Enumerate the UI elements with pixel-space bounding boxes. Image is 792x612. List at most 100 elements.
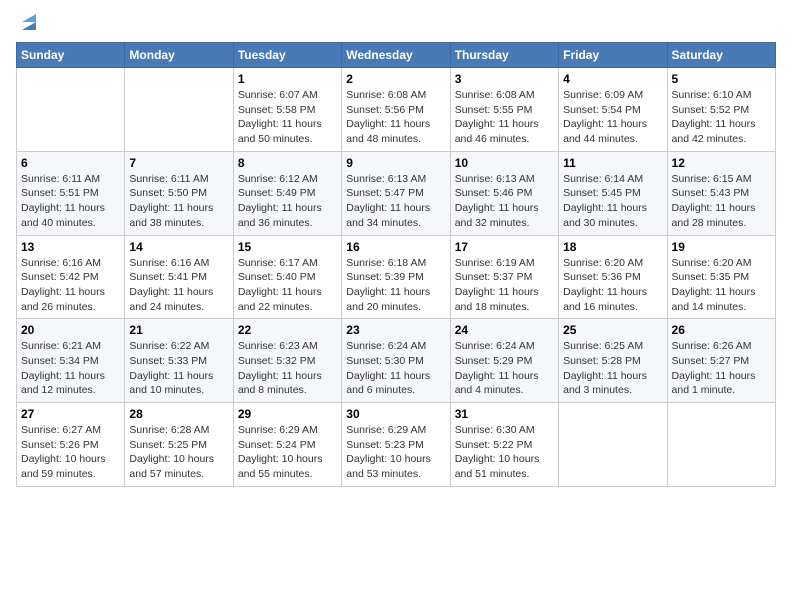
- day-detail: Sunrise: 6:11 AM Sunset: 5:50 PM Dayligh…: [129, 172, 228, 231]
- day-number: 8: [238, 156, 337, 170]
- calendar-cell: 2 Sunrise: 6:08 AM Sunset: 5:56 PM Daylig…: [342, 68, 450, 152]
- day-number: 26: [672, 323, 771, 337]
- day-detail: Sunrise: 6:16 AM Sunset: 5:41 PM Dayligh…: [129, 256, 228, 315]
- calendar-cell: 10 Sunrise: 6:13 AM Sunset: 5:46 PM Dayli…: [450, 151, 558, 235]
- calendar-cell: [17, 68, 125, 152]
- calendar-cell: 18 Sunrise: 6:20 AM Sunset: 5:36 PM Dayli…: [559, 235, 667, 319]
- calendar-cell: [125, 68, 233, 152]
- calendar-cell: 11 Sunrise: 6:14 AM Sunset: 5:45 PM Dayli…: [559, 151, 667, 235]
- day-detail: Sunrise: 6:13 AM Sunset: 5:47 PM Dayligh…: [346, 172, 445, 231]
- weekday-header-monday: Monday: [125, 43, 233, 68]
- calendar-cell: 22Sunrise: 6:23 AM Sunset: 5:32 PM Dayli…: [233, 319, 341, 403]
- day-detail: Sunrise: 6:16 AM Sunset: 5:42 PM Dayligh…: [21, 256, 120, 315]
- calendar-cell: 3Sunrise: 6:08 AM Sunset: 5:55 PM Daylig…: [450, 68, 558, 152]
- weekday-header-sunday: Sunday: [17, 43, 125, 68]
- logo-icon: [18, 12, 40, 34]
- calendar-cell: 20Sunrise: 6:21 AM Sunset: 5:34 PM Dayli…: [17, 319, 125, 403]
- calendar-cell: 28 Sunrise: 6:28 AM Sunset: 5:25 PM Dayli…: [125, 403, 233, 487]
- day-detail: Sunrise: 6:20 AM Sunset: 5:35 PM Dayligh…: [672, 256, 771, 315]
- day-number: 17: [455, 240, 554, 254]
- calendar-cell: 26 Sunrise: 6:26 AM Sunset: 5:27 PM Dayli…: [667, 319, 775, 403]
- calendar-week-row: 20Sunrise: 6:21 AM Sunset: 5:34 PM Dayli…: [17, 319, 776, 403]
- day-detail: Sunrise: 6:14 AM Sunset: 5:45 PM Dayligh…: [563, 172, 662, 231]
- day-detail: Sunrise: 6:29 AM Sunset: 5:24 PM Dayligh…: [238, 423, 337, 482]
- calendar-cell: 12Sunrise: 6:15 AM Sunset: 5:43 PM Dayli…: [667, 151, 775, 235]
- day-number: 25: [563, 323, 662, 337]
- calendar-cell: 14 Sunrise: 6:16 AM Sunset: 5:41 PM Dayli…: [125, 235, 233, 319]
- day-number: 2: [346, 72, 445, 86]
- day-number: 10: [455, 156, 554, 170]
- weekday-header-thursday: Thursday: [450, 43, 558, 68]
- calendar-cell: 19 Sunrise: 6:20 AM Sunset: 5:35 PM Dayli…: [667, 235, 775, 319]
- day-number: 5: [672, 72, 771, 86]
- day-number: 4: [563, 72, 662, 86]
- day-number: 30: [346, 407, 445, 421]
- day-detail: Sunrise: 6:21 AM Sunset: 5:34 PM Dayligh…: [21, 339, 120, 398]
- day-detail: Sunrise: 6:08 AM Sunset: 5:56 PM Dayligh…: [346, 88, 445, 147]
- day-detail: Sunrise: 6:10 AM Sunset: 5:52 PM Dayligh…: [672, 88, 771, 147]
- calendar-cell: 16 Sunrise: 6:18 AM Sunset: 5:39 PM Dayli…: [342, 235, 450, 319]
- weekday-header-row: SundayMondayTuesdayWednesdayThursdayFrid…: [17, 43, 776, 68]
- day-number: 9: [346, 156, 445, 170]
- page-header: [16, 16, 776, 34]
- calendar-cell: 9 Sunrise: 6:13 AM Sunset: 5:47 PM Daylig…: [342, 151, 450, 235]
- day-detail: Sunrise: 6:20 AM Sunset: 5:36 PM Dayligh…: [563, 256, 662, 315]
- day-number: 27: [21, 407, 120, 421]
- calendar-cell: 4 Sunrise: 6:09 AM Sunset: 5:54 PM Daylig…: [559, 68, 667, 152]
- calendar-cell: [559, 403, 667, 487]
- weekday-header-tuesday: Tuesday: [233, 43, 341, 68]
- day-number: 28: [129, 407, 228, 421]
- day-detail: Sunrise: 6:07 AM Sunset: 5:58 PM Dayligh…: [238, 88, 337, 147]
- calendar-week-row: 13Sunrise: 6:16 AM Sunset: 5:42 PM Dayli…: [17, 235, 776, 319]
- weekday-header-saturday: Saturday: [667, 43, 775, 68]
- day-detail: Sunrise: 6:22 AM Sunset: 5:33 PM Dayligh…: [129, 339, 228, 398]
- day-number: 22: [238, 323, 337, 337]
- calendar-cell: 8 Sunrise: 6:12 AM Sunset: 5:49 PM Daylig…: [233, 151, 341, 235]
- day-detail: Sunrise: 6:18 AM Sunset: 5:39 PM Dayligh…: [346, 256, 445, 315]
- day-detail: Sunrise: 6:24 AM Sunset: 5:29 PM Dayligh…: [455, 339, 554, 398]
- calendar-cell: 1 Sunrise: 6:07 AM Sunset: 5:58 PM Daylig…: [233, 68, 341, 152]
- calendar-cell: 24 Sunrise: 6:24 AM Sunset: 5:29 PM Dayli…: [450, 319, 558, 403]
- calendar-cell: 7Sunrise: 6:11 AM Sunset: 5:50 PM Daylig…: [125, 151, 233, 235]
- day-number: 6: [21, 156, 120, 170]
- calendar-cell: [667, 403, 775, 487]
- day-number: 1: [238, 72, 337, 86]
- calendar-cell: 6 Sunrise: 6:11 AM Sunset: 5:51 PM Daylig…: [17, 151, 125, 235]
- day-detail: Sunrise: 6:17 AM Sunset: 5:40 PM Dayligh…: [238, 256, 337, 315]
- day-number: 16: [346, 240, 445, 254]
- day-number: 11: [563, 156, 662, 170]
- calendar-cell: 21 Sunrise: 6:22 AM Sunset: 5:33 PM Dayli…: [125, 319, 233, 403]
- day-detail: Sunrise: 6:28 AM Sunset: 5:25 PM Dayligh…: [129, 423, 228, 482]
- calendar-week-row: 6 Sunrise: 6:11 AM Sunset: 5:51 PM Daylig…: [17, 151, 776, 235]
- calendar-week-row: 1 Sunrise: 6:07 AM Sunset: 5:58 PM Daylig…: [17, 68, 776, 152]
- calendar-cell: 23 Sunrise: 6:24 AM Sunset: 5:30 PM Dayli…: [342, 319, 450, 403]
- calendar-cell: 15Sunrise: 6:17 AM Sunset: 5:40 PM Dayli…: [233, 235, 341, 319]
- calendar-week-row: 27 Sunrise: 6:27 AM Sunset: 5:26 PM Dayli…: [17, 403, 776, 487]
- day-detail: Sunrise: 6:24 AM Sunset: 5:30 PM Dayligh…: [346, 339, 445, 398]
- day-number: 24: [455, 323, 554, 337]
- day-detail: Sunrise: 6:09 AM Sunset: 5:54 PM Dayligh…: [563, 88, 662, 147]
- day-detail: Sunrise: 6:11 AM Sunset: 5:51 PM Dayligh…: [21, 172, 120, 231]
- calendar-cell: 17 Sunrise: 6:19 AM Sunset: 5:37 PM Dayli…: [450, 235, 558, 319]
- day-number: 18: [563, 240, 662, 254]
- day-detail: Sunrise: 6:30 AM Sunset: 5:22 PM Dayligh…: [455, 423, 554, 482]
- calendar-cell: 25 Sunrise: 6:25 AM Sunset: 5:28 PM Dayli…: [559, 319, 667, 403]
- day-detail: Sunrise: 6:19 AM Sunset: 5:37 PM Dayligh…: [455, 256, 554, 315]
- day-detail: Sunrise: 6:26 AM Sunset: 5:27 PM Dayligh…: [672, 339, 771, 398]
- day-number: 31: [455, 407, 554, 421]
- calendar-table: SundayMondayTuesdayWednesdayThursdayFrid…: [16, 42, 776, 487]
- day-detail: Sunrise: 6:12 AM Sunset: 5:49 PM Dayligh…: [238, 172, 337, 231]
- weekday-header-friday: Friday: [559, 43, 667, 68]
- day-number: 21: [129, 323, 228, 337]
- calendar-cell: 31 Sunrise: 6:30 AM Sunset: 5:22 PM Dayli…: [450, 403, 558, 487]
- day-number: 19: [672, 240, 771, 254]
- calendar-cell: 27 Sunrise: 6:27 AM Sunset: 5:26 PM Dayli…: [17, 403, 125, 487]
- day-number: 14: [129, 240, 228, 254]
- weekday-header-wednesday: Wednesday: [342, 43, 450, 68]
- day-detail: Sunrise: 6:29 AM Sunset: 5:23 PM Dayligh…: [346, 423, 445, 482]
- day-detail: Sunrise: 6:13 AM Sunset: 5:46 PM Dayligh…: [455, 172, 554, 231]
- calendar-cell: 29Sunrise: 6:29 AM Sunset: 5:24 PM Dayli…: [233, 403, 341, 487]
- day-detail: Sunrise: 6:27 AM Sunset: 5:26 PM Dayligh…: [21, 423, 120, 482]
- day-number: 23: [346, 323, 445, 337]
- day-detail: Sunrise: 6:25 AM Sunset: 5:28 PM Dayligh…: [563, 339, 662, 398]
